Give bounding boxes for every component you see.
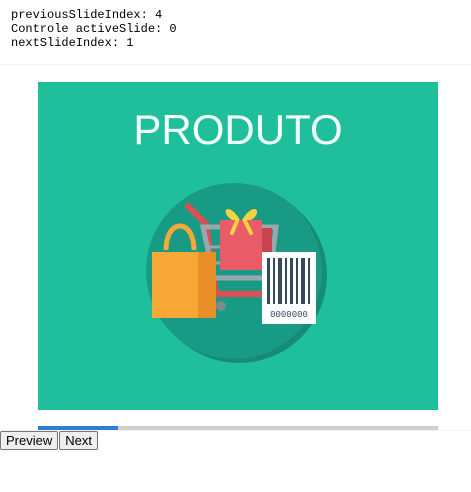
barcode-digits: 0000000 bbox=[270, 310, 308, 320]
next-slide-index-text: nextSlideIndex: 1 bbox=[11, 36, 134, 50]
produto-slide-image: PRODUTO 0000000 bbox=[38, 82, 438, 410]
active-slide-text: Controle activeSlide: 0 bbox=[11, 22, 177, 36]
slide-heading: PRODUTO bbox=[133, 106, 342, 153]
next-button[interactable]: Next bbox=[59, 431, 98, 450]
previous-slide-index-text: previousSlideIndex: 4 bbox=[11, 8, 163, 22]
preview-button[interactable]: Preview bbox=[0, 431, 59, 450]
top-divider bbox=[0, 64, 471, 65]
barcode-label-icon: 0000000 bbox=[262, 252, 316, 324]
image-slider: PRODUTO 0000000 bbox=[38, 82, 438, 410]
slider-controls: Preview Next bbox=[0, 431, 98, 450]
slider-debug-info: previousSlideIndex: 4 Controle activeSli… bbox=[11, 8, 461, 50]
